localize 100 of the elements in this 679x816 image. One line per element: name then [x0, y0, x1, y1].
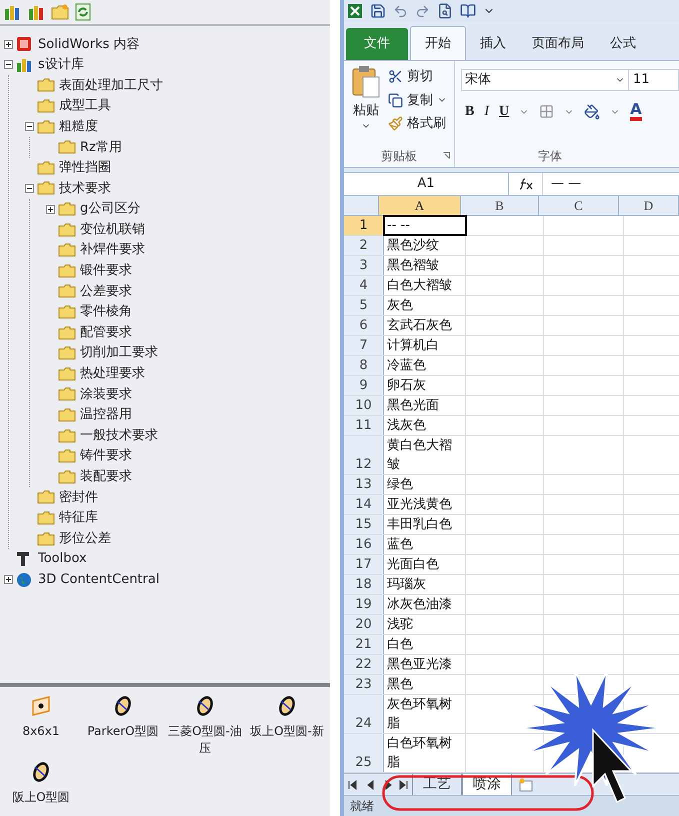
row-header[interactable]: 17: [344, 555, 384, 574]
tree-item[interactable]: s设计库: [38, 55, 84, 75]
row-header[interactable]: 19: [344, 595, 384, 614]
ribbon-tab[interactable]: 开始: [410, 26, 466, 60]
cut-label[interactable]: 剪切: [407, 67, 433, 86]
italic-button[interactable]: I: [484, 101, 490, 122]
tree-item[interactable]: 热处理要求: [80, 364, 145, 384]
row-header[interactable]: 7: [344, 336, 384, 355]
name-box[interactable]: A1: [344, 173, 509, 195]
collapse-icon[interactable]: [25, 184, 34, 193]
save-icon[interactable]: [370, 3, 386, 19]
row-header[interactable]: 16: [344, 535, 384, 554]
font-size-field[interactable]: 11: [629, 69, 679, 91]
tree-item[interactable]: 一般技术要求: [80, 426, 158, 446]
row-header[interactable]: 11: [344, 416, 384, 435]
row-header[interactable]: 24: [344, 695, 384, 733]
palette-item[interactable]: 三菱O型圆-油压: [166, 723, 244, 757]
row-header[interactable]: 14: [344, 495, 384, 514]
format-painter-icon[interactable]: [388, 116, 403, 132]
paste-label[interactable]: 粘贴: [353, 101, 379, 120]
row-header[interactable]: 4: [344, 276, 384, 295]
borders-icon[interactable]: [539, 104, 554, 119]
collapse-icon[interactable]: [4, 60, 13, 70]
palette-item[interactable]: 坂上O型圆-新: [248, 723, 326, 740]
tree-item[interactable]: g公司区分: [80, 199, 140, 219]
tree-item[interactable]: 温控器用: [80, 405, 132, 425]
row-header[interactable]: 10: [344, 396, 384, 415]
paste-icon[interactable]: [351, 65, 381, 99]
tree-item[interactable]: 表面处理加工尺寸: [59, 76, 163, 96]
row-header[interactable]: 8: [344, 356, 384, 375]
row-header[interactable]: 9: [344, 376, 384, 395]
tree-item[interactable]: 密封件: [59, 488, 98, 508]
bold-button[interactable]: B: [465, 101, 474, 122]
row-header[interactable]: 18: [344, 575, 384, 594]
tree-item[interactable]: 弹性挡圈: [59, 158, 111, 178]
print-preview-icon[interactable]: [437, 3, 453, 19]
column-header[interactable]: A: [379, 196, 461, 215]
palette-item[interactable]: ParkerO型圆: [84, 723, 162, 740]
new-folder-icon[interactable]: [51, 4, 69, 20]
ribbon-tab[interactable]: 插入: [468, 28, 518, 60]
row-header[interactable]: 3: [344, 256, 384, 275]
expand-icon[interactable]: [4, 575, 13, 584]
row-header[interactable]: 12: [344, 436, 384, 474]
underline-button[interactable]: U: [499, 101, 510, 122]
row-header[interactable]: 21: [344, 635, 384, 654]
row-header[interactable]: 25: [344, 734, 384, 772]
ribbon-tab[interactable]: 公式: [598, 28, 648, 60]
tree-item[interactable]: 技术要求: [59, 178, 111, 198]
palette-item[interactable]: 8x6x1: [2, 723, 80, 740]
ribbon-tab[interactable]: 文件: [346, 28, 408, 60]
expand-icon[interactable]: [46, 204, 55, 214]
format-painter-label[interactable]: 格式刷: [407, 114, 446, 134]
add-library-icon[interactable]: [3, 3, 21, 21]
tree-item[interactable]: 3D ContentCentral: [38, 570, 160, 590]
row-header[interactable]: 13: [344, 475, 384, 494]
row-header[interactable]: 20: [344, 615, 384, 634]
column-header[interactable]: C: [539, 196, 619, 215]
font-color-button[interactable]: A: [630, 102, 642, 121]
undo-icon[interactable]: [393, 4, 408, 18]
tree-item[interactable]: 公差要求: [80, 282, 132, 302]
redo-icon[interactable]: [415, 4, 430, 18]
tree-item[interactable]: SolidWorks 内容: [38, 34, 140, 54]
tree-item[interactable]: 粗糙度: [59, 116, 98, 136]
function-icon[interactable]: [518, 178, 532, 190]
tree-item[interactable]: 切削加工要求: [80, 343, 158, 363]
spreadsheet-app-icon[interactable]: [347, 3, 363, 19]
fill-color-icon[interactable]: [584, 104, 600, 120]
add-library-icon[interactable]: [27, 3, 45, 21]
tree-item[interactable]: Toolbox: [38, 549, 87, 569]
expand-icon[interactable]: [4, 40, 13, 49]
tree-item[interactable]: 成型工具: [59, 96, 111, 116]
tree-item[interactable]: 锻件要求: [80, 261, 132, 281]
row-header[interactable]: 6: [344, 316, 384, 335]
tree-item[interactable]: 补焊件要求: [80, 240, 145, 260]
row-header[interactable]: 15: [344, 515, 384, 534]
tree-item[interactable]: 零件棱角: [80, 302, 132, 322]
tree-item[interactable]: 装配要求: [80, 467, 132, 487]
collapse-icon[interactable]: [25, 122, 34, 132]
ribbon-tab[interactable]: 页面布局: [520, 28, 596, 60]
row-header[interactable]: 1: [344, 216, 384, 235]
tree-item[interactable]: 铸件要求: [80, 446, 132, 466]
row-header[interactable]: 22: [344, 655, 384, 674]
copy-label[interactable]: 复制: [407, 90, 433, 110]
tree-item[interactable]: 配管要求: [80, 322, 132, 342]
dialog-launcher-icon[interactable]: [443, 152, 450, 159]
font-name-field[interactable]: 宋体: [461, 69, 629, 91]
refresh-icon[interactable]: [75, 3, 91, 21]
column-header[interactable]: D: [619, 196, 679, 215]
tree-item[interactable]: 特征库: [59, 508, 98, 528]
row-header[interactable]: 2: [344, 236, 384, 255]
tree-item[interactable]: 形位公差: [59, 528, 111, 548]
tree-item[interactable]: Rz常用: [80, 138, 122, 158]
copy-icon[interactable]: [388, 92, 403, 108]
tree-item[interactable]: 变位机联销: [80, 220, 145, 240]
tree-item[interactable]: 涂装要求: [80, 384, 132, 404]
row-header[interactable]: 5: [344, 296, 384, 315]
book-icon[interactable]: [460, 3, 476, 19]
row-header[interactable]: 23: [344, 675, 384, 694]
palette-item[interactable]: 阪上O型圆: [2, 789, 80, 806]
column-header[interactable]: B: [461, 196, 539, 215]
